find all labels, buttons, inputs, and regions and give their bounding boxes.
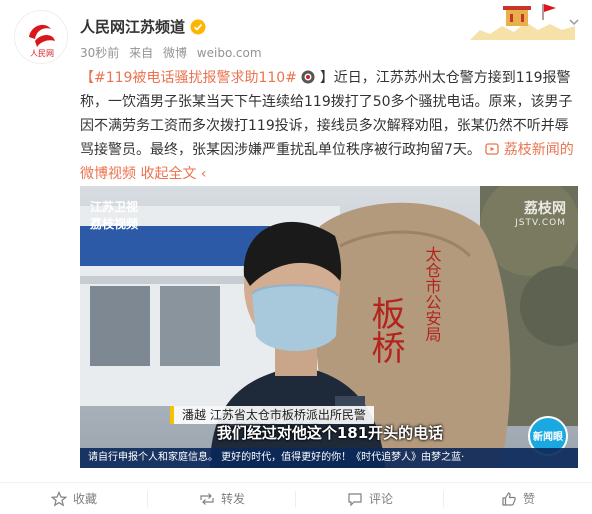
topic-link[interactable]: 【#119被电话骚扰报警求助110# xyxy=(80,70,297,86)
star-icon xyxy=(50,490,67,506)
card-decoration-icon xyxy=(470,4,575,40)
favorite-label: 收藏 xyxy=(72,492,97,506)
site-watermark-sub: JSTV.COM xyxy=(515,218,566,228)
post-site[interactable]: weibo.com xyxy=(197,46,262,60)
like-button[interactable]: 赞 xyxy=(444,483,592,514)
post-meta: 30秒前 来自 微博 weibo.com xyxy=(80,44,268,61)
repost-icon xyxy=(200,492,214,505)
chevron-down-icon[interactable] xyxy=(568,16,580,28)
comment-label: 评论 xyxy=(368,492,393,506)
action-bar: 收藏 转发 评论 赞 xyxy=(0,482,592,514)
comment-icon xyxy=(348,492,362,506)
site-watermark: 荔枝网 JSTV.COM xyxy=(515,198,566,228)
collapse-link[interactable]: 收起全文 xyxy=(140,166,196,182)
post-source-prefix: 来自 xyxy=(129,46,154,60)
svg-text:人民网: 人民网 xyxy=(30,49,54,58)
post-app[interactable]: 微博 xyxy=(163,46,187,60)
video-player[interactable]: 太仓市公安局 板桥 江苏卫视 荔枝视频 荔枝网 JSTV.COM 潘越 江苏省太… xyxy=(80,186,578,468)
collapse-arrow-icon[interactable]: ‹ xyxy=(201,166,207,182)
thumbs-up-icon xyxy=(502,491,516,506)
favorite-button[interactable]: 收藏 xyxy=(0,483,148,514)
author-name[interactable]: 人民网江苏频道 xyxy=(80,16,206,37)
repost-label: 转发 xyxy=(220,492,245,506)
channel-logo-text: 江苏卫视 xyxy=(90,200,139,214)
video-subtitle: 我们经过对他这个181开头的电话 xyxy=(216,424,444,442)
verified-icon xyxy=(190,19,206,34)
repost-button[interactable]: 转发 xyxy=(148,483,296,514)
news-ticker: 请自行申报个人和家庭信息。 更好的时代，值得更好的你！《时代追梦人》由梦之蓝· xyxy=(80,448,578,468)
post-text: 【#119被电话骚扰报警求助110# 】近日，江苏苏州太仓警方接到119报警称，… xyxy=(80,66,580,186)
site-watermark-text: 荔枝网 xyxy=(524,201,566,217)
svg-text:太仓市公安局: 太仓市公安局 xyxy=(423,246,442,343)
post-time[interactable]: 30秒前 xyxy=(80,46,119,60)
video-link-icon xyxy=(485,143,500,155)
channel-logo: 江苏卫视 荔枝视频 xyxy=(90,198,138,232)
siren-emoji-icon xyxy=(301,70,315,84)
comment-button[interactable]: 评论 xyxy=(296,483,444,514)
like-label: 赞 xyxy=(522,492,535,506)
author-name-text[interactable]: 人民网江苏频道 xyxy=(80,16,185,37)
author-avatar[interactable]: 人民网 xyxy=(14,10,68,64)
svg-text:板桥: 板桥 xyxy=(365,296,405,364)
weibo-card: 人民网 人民网江苏频道 30秒前 来自 微博 weibo.com 【#119被电… xyxy=(0,0,592,514)
channel-logo-sub: 荔枝视频 xyxy=(90,217,139,231)
